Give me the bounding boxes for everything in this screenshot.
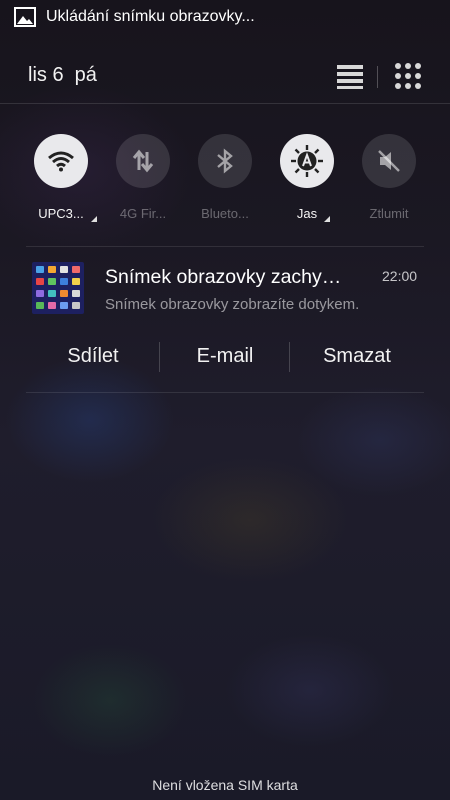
toggle-mute[interactable]: Ztlumit (348, 134, 430, 234)
quick-settings: UPC3... 4G Fir... Blueto... Jas Ztlumit (0, 134, 450, 234)
list-lines-icon[interactable] (336, 64, 364, 90)
sim-status: Není vložena SIM karta (152, 777, 298, 793)
notification-subtitle: Snímek obrazovky zobrazíte dotykem. (105, 296, 360, 313)
divider (0, 103, 450, 104)
bluetooth-icon (217, 148, 233, 174)
data-arrows-icon (132, 149, 154, 173)
toggle-circle (280, 134, 334, 188)
date-label: lis 6 pá (28, 64, 97, 86)
grid-dots-icon[interactable] (394, 62, 422, 90)
notification-actions: Sdílet E-mail Smazat (26, 336, 424, 376)
wifi-icon (48, 151, 74, 172)
toggle-circle (116, 134, 170, 188)
toggle-label: Ztlumit (369, 206, 409, 221)
email-button[interactable]: E-mail (160, 336, 290, 376)
toggle-brightness[interactable]: Jas (266, 134, 348, 234)
divider (26, 392, 424, 393)
notification-time: 22:00 (382, 268, 418, 284)
toggle-mobile-data[interactable]: 4G Fir... (102, 134, 184, 234)
image-icon (14, 7, 36, 27)
toggle-label: Jas (296, 206, 318, 221)
divider (26, 246, 424, 247)
toggle-bluetooth[interactable]: Blueto... (184, 134, 266, 234)
status-text: Ukládání snímku obrazovky... (46, 8, 255, 25)
screenshot-notification[interactable]: Snímek obrazovky zachy… 22:00 Snímek obr… (0, 256, 450, 396)
status-bar: Ukládání snímku obrazovky... (0, 0, 450, 34)
screenshot-thumbnail (32, 262, 84, 314)
toggle-circle (362, 134, 416, 188)
expand-corner-icon (324, 216, 330, 222)
expand-corner-icon (91, 216, 97, 222)
mute-icon (378, 150, 400, 172)
header-divider (377, 66, 378, 88)
notification-header: lis 6 pá (0, 52, 450, 102)
brightness-auto-icon (291, 145, 323, 177)
notification-title: Snímek obrazovky zachy… (105, 266, 342, 288)
toggle-label: Blueto... (201, 206, 249, 221)
toggle-label: 4G Fir... (119, 206, 167, 221)
delete-button[interactable]: Smazat (290, 336, 424, 376)
toggle-label: UPC3... (38, 206, 84, 221)
toggle-circle (198, 134, 252, 188)
toggle-circle (34, 134, 88, 188)
share-button[interactable]: Sdílet (26, 336, 160, 376)
toggle-wifi[interactable]: UPC3... (20, 134, 102, 234)
